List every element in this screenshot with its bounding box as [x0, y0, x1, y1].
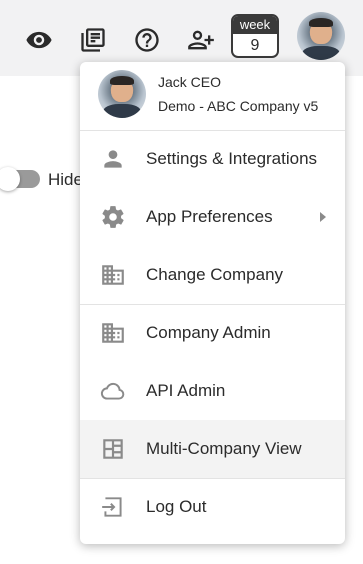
menu-item-label: API Admin [146, 381, 226, 400]
menu-item-log-out[interactable]: Log Out [80, 478, 345, 536]
eye-icon[interactable] [25, 26, 53, 54]
notebook-icon[interactable] [79, 26, 107, 54]
grid-icon [100, 436, 126, 462]
help-icon[interactable] [133, 26, 161, 54]
hide-label: Hide [48, 170, 83, 189]
menu-item-multi-company-view[interactable]: Multi-Company View [80, 420, 345, 478]
chevron-right-icon [320, 212, 326, 222]
user-menu: Jack CEO Demo - ABC Company v5 Settings … [80, 62, 345, 544]
week-badge[interactable]: week 9 [231, 14, 279, 58]
menu-item-label: Log Out [146, 497, 207, 516]
person-icon [100, 146, 126, 172]
menu-item-api-admin[interactable]: API Admin [80, 362, 345, 420]
building-icon [100, 320, 126, 346]
menu-item-settings[interactable]: Settings & Integrations [80, 130, 345, 188]
logout-icon [100, 494, 126, 520]
user-name: Jack CEO [158, 74, 222, 90]
menu-item-label: Multi-Company View [146, 439, 302, 458]
user-header: Jack CEO Demo - ABC Company v5 [80, 62, 345, 130]
avatar[interactable] [297, 12, 345, 60]
menu-item-label: App Preferences [146, 207, 273, 226]
gear-icon [100, 204, 126, 230]
menu-avatar [98, 70, 146, 118]
menu-item-company-admin[interactable]: Company Admin [80, 304, 345, 362]
menu-item-app-preferences[interactable]: App Preferences [80, 188, 345, 246]
user-company: Demo - ABC Company v5 [158, 98, 319, 114]
add-user-icon[interactable] [187, 26, 215, 54]
menu-item-label: Company Admin [146, 323, 271, 342]
week-number: 9 [250, 37, 260, 54]
week-label: week [233, 16, 277, 34]
building-icon [100, 262, 126, 288]
menu-item-label: Change Company [146, 265, 284, 284]
cloud-icon [100, 378, 126, 404]
menu-item-change-company[interactable]: Change Company [80, 246, 345, 304]
menu-item-label: Settings & Integrations [146, 149, 318, 168]
